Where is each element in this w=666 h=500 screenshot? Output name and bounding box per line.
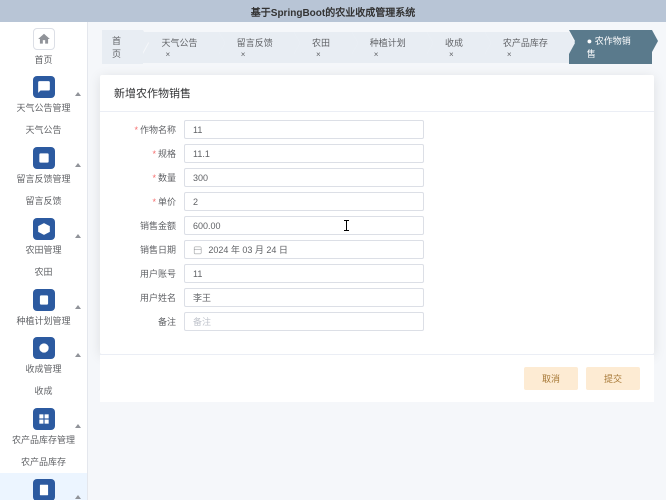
crumb-farm[interactable]: 农田× [294,32,352,63]
sidebar-item-label: 农产品库存管理 [12,433,75,446]
crumb-sales[interactable]: ● 农作物销售 [569,30,652,64]
harvest-icon [33,337,55,359]
sidebar-item-label: 种植计划管理 [16,314,70,327]
input-remark[interactable] [184,312,424,331]
sidebar-sub-farm[interactable]: 农田 [0,260,87,283]
close-icon[interactable]: × [449,50,454,59]
label-spec: *规格 [114,147,184,160]
modal-body: *作物名称 *规格 *数量 *单价 [100,111,654,354]
input-unit-price[interactable] [184,192,424,211]
feedback-icon [33,147,55,169]
announcement-icon [33,76,55,98]
crumb-inventory[interactable]: 农产品库存× [485,32,569,63]
input-sale-date[interactable] [184,240,424,259]
main-content: 首页 天气公告× 留言反馈× 农田× 种植计划× 收成× 农产品库存× ● 农作… [88,22,666,500]
label-remark: 备注 [114,315,184,328]
label-crop-name: *作物名称 [114,123,184,136]
sidebar-item-sales[interactable]: 农作物销售管理 [0,473,87,500]
label-user-account: 用户账号 [114,267,184,280]
submit-button[interactable]: 提交 [586,367,640,390]
sidebar-item-label: 天气公告管理 [16,101,70,114]
label-unit-price: *单价 [114,195,184,208]
label-sale-date: 销售日期 [114,243,184,256]
calendar-icon [193,245,202,255]
sidebar-item-label: 首页 [34,53,52,66]
modal-title: 新增农作物销售 [100,75,654,111]
input-crop-name[interactable] [184,120,424,139]
sidebar-item-plan[interactable]: 种植计划管理 [0,283,87,331]
app-header: 基于SpringBoot的农业收成管理系统 [0,0,666,22]
modal-overlay: 新增农作物销售 *作物名称 *规格 *数量 *单价 [88,75,666,500]
plan-icon [33,289,55,311]
crumb-harvest[interactable]: 收成× [427,32,485,63]
sidebar-sub-inventory[interactable]: 农产品库存 [0,450,87,473]
sidebar-item-label: 收成管理 [25,362,61,375]
sidebar-sub-harvest[interactable]: 收成 [0,379,87,402]
close-icon[interactable]: × [241,50,246,59]
modal-footer: 取消 提交 [100,354,654,402]
sidebar-item-feedback[interactable]: 留言反馈管理 [0,141,87,189]
sidebar-sub-weather[interactable]: 天气公告 [0,118,87,141]
input-sale-amount[interactable] [184,216,424,235]
sidebar-item-farm[interactable]: 农田管理 [0,212,87,260]
close-icon[interactable]: × [374,50,379,59]
sidebar-item-label: 留言反馈管理 [16,172,70,185]
crumb-weather[interactable]: 天气公告× [143,32,218,63]
crumb-feedback[interactable]: 留言反馈× [219,32,294,63]
sidebar-item-label: 农田管理 [25,243,61,256]
input-user-name[interactable] [184,288,424,307]
input-quantity[interactable] [184,168,424,187]
close-icon[interactable]: × [507,50,512,59]
close-icon[interactable]: × [165,50,170,59]
breadcrumb: 首页 天气公告× 留言反馈× 农田× 种植计划× 收成× 农产品库存× ● 农作… [88,22,666,72]
cancel-button[interactable]: 取消 [524,367,578,390]
farm-icon [33,218,55,240]
modal: 新增农作物销售 *作物名称 *规格 *数量 *单价 [100,75,654,354]
inventory-icon [33,408,55,430]
app-title: 基于SpringBoot的农业收成管理系统 [251,4,415,19]
sales-icon [33,479,55,500]
sidebar-item-harvest[interactable]: 收成管理 [0,331,87,379]
label-sale-amount: 销售金额 [114,219,184,232]
sidebar-sub-feedback[interactable]: 留言反馈 [0,189,87,212]
sidebar: 首页 天气公告管理 天气公告 留言反馈管理 留言反馈 农田管理 农田 种植计划管… [0,22,88,500]
close-icon[interactable]: × [316,50,321,59]
crumb-plan[interactable]: 种植计划× [352,32,427,63]
crumb-home[interactable]: 首页 [102,30,143,64]
label-user-name: 用户姓名 [114,291,184,304]
label-quantity: *数量 [114,171,184,184]
input-user-account[interactable] [184,264,424,283]
sidebar-item-inventory[interactable]: 农产品库存管理 [0,402,87,450]
sidebar-item-weather[interactable]: 天气公告管理 [0,70,87,118]
home-icon [33,28,55,50]
sidebar-item-home[interactable]: 首页 [0,22,87,70]
input-spec[interactable] [184,144,424,163]
